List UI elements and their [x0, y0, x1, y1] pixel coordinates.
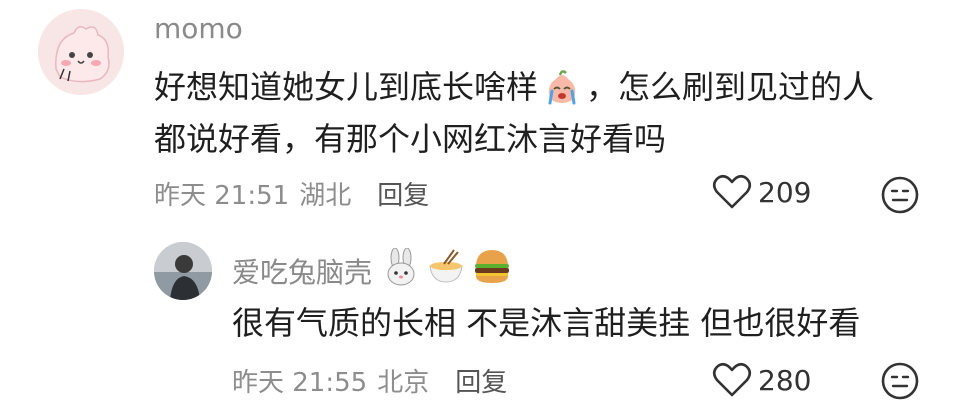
rabbit-emoji: [382, 247, 420, 293]
noodle-bowl-emoji: [426, 248, 466, 293]
crying-peach-emoji: [542, 69, 582, 109]
timestamp: 昨天 21:51: [154, 181, 290, 211]
like-button[interactable]: 280: [712, 362, 811, 398]
like-count: 280: [758, 363, 812, 397]
dislike-button[interactable]: [880, 361, 920, 405]
location: 北京: [377, 368, 430, 398]
neutral-face-icon: [881, 362, 919, 400]
reply-button[interactable]: 回复: [455, 362, 507, 399]
neutral-face-icon: [881, 176, 919, 214]
username[interactable]: 爱吃兔脑壳: [232, 247, 512, 293]
timestamp: 昨天 21:55: [232, 368, 368, 398]
avatar[interactable]: [154, 242, 212, 300]
location: 湖北: [299, 181, 352, 211]
comment-text: ，怎么刷到见过的人: [586, 68, 875, 106]
dislike-button[interactable]: [880, 175, 920, 219]
reply-item: 爱吃兔脑壳 很有气质的长相 不是沐言甜美挂 但也很好看 昨天 21:55 北京 …: [0, 230, 960, 409]
like-button[interactable]: 209: [712, 174, 811, 210]
comment-text: 都说好看，有那个小网红沐言好看吗: [154, 120, 667, 158]
comment-text: 好想知道她女儿到底长啥样: [154, 68, 539, 106]
like-count: 209: [758, 175, 812, 209]
comment-meta: 昨天 21:51 湖北 回复: [154, 175, 429, 212]
comment-item: momo 好想知道她女儿到底长啥样 ，怎么刷到见过的人 都说好看，有那个小网红沐…: [0, 0, 960, 230]
heart-outline-icon: [712, 174, 752, 209]
hamburger-emoji: [472, 248, 512, 293]
heart-outline-icon: [712, 362, 752, 397]
avatar[interactable]: [38, 9, 124, 95]
comment-meta: 昨天 21:55 北京 回复: [232, 362, 507, 399]
pink-blob-avatar-icon: [38, 9, 124, 95]
person-photo-avatar-icon: [154, 242, 212, 300]
comment-text: 很有气质的长相 不是沐言甜美挂 但也很好看: [232, 304, 861, 342]
reply-button[interactable]: 回复: [377, 175, 429, 212]
username-text: 爱吃兔脑壳: [232, 255, 373, 289]
comment-text-line: 好想知道她女儿到底长啥样 ，怎么刷到见过的人: [154, 60, 874, 114]
username[interactable]: momo: [154, 12, 243, 45]
